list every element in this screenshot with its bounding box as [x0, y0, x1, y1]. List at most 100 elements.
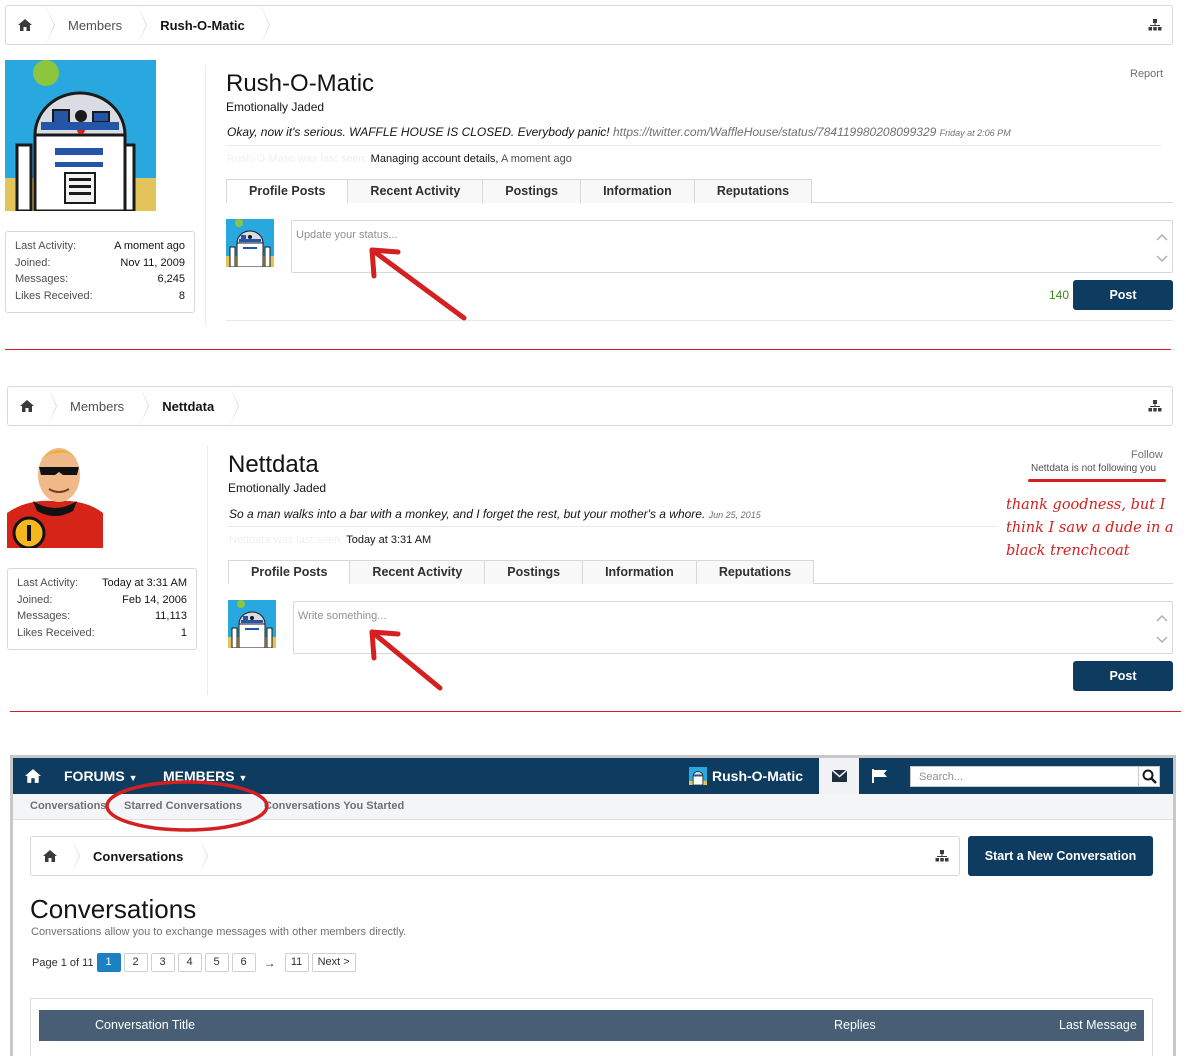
avatar-small[interactable]	[226, 219, 274, 267]
alerts-tab[interactable]	[860, 758, 900, 794]
subnav-conversations[interactable]: Conversations	[30, 800, 106, 812]
start-conversation-button[interactable]: Start a New Conversation	[968, 836, 1153, 876]
page-label: Page 1 of 11	[32, 956, 94, 969]
avatar[interactable]	[5, 60, 156, 211]
profile-tabs: Profile Posts Recent Activity Postings I…	[226, 179, 1173, 203]
inbox-tab[interactable]	[819, 758, 859, 794]
annotation-arrow	[369, 629, 443, 691]
breadcrumb-current[interactable]: Nettdata	[140, 387, 240, 425]
tab-recent-activity[interactable]: Recent Activity	[347, 179, 484, 203]
last-seen: Rush-O-Matic was last seen: Managing acc…	[227, 153, 572, 165]
status-text: So a man walks into a bar with a monkey,…	[229, 507, 706, 521]
stat-label: Last Activity:	[17, 577, 79, 589]
divider	[228, 526, 998, 527]
status-text: Okay, now it's serious. WAFFLE HOUSE IS …	[227, 125, 610, 139]
avatar-small[interactable]	[228, 600, 276, 648]
profile-tabs: Profile Posts Recent Activity Postings I…	[228, 560, 1173, 584]
next-page-link[interactable]: Next >	[311, 953, 356, 972]
scroll-arrows-icon[interactable]	[1156, 227, 1168, 265]
breadcrumb-home[interactable]	[8, 387, 57, 425]
stat-value: Nov 11, 2009	[120, 256, 185, 269]
stat-label: Messages:	[15, 273, 69, 286]
tab-information[interactable]: Information	[582, 560, 697, 584]
column-last-message[interactable]: Last Message	[1059, 1018, 1137, 1032]
post-button[interactable]: Post	[1073, 280, 1173, 310]
last-seen-time: A moment ago	[500, 153, 572, 165]
stat-value: 11,113	[154, 610, 187, 623]
breadcrumb-home[interactable]	[31, 837, 80, 875]
user-title: Emotionally Jaded	[228, 481, 327, 495]
tab-profile-posts[interactable]: Profile Posts	[226, 179, 349, 203]
breadcrumb-members[interactable]: Members	[46, 6, 148, 44]
stat-label: Likes Received:	[17, 626, 95, 639]
page-link[interactable]: 1	[96, 953, 121, 972]
page-link[interactable]: 5	[204, 953, 229, 972]
status-message: Okay, now it's serious. WAFFLE HOUSE IS …	[227, 125, 1011, 139]
subnav-conversations-started[interactable]: Conversations You Started	[264, 800, 404, 812]
report-link[interactable]: Report	[1130, 68, 1163, 80]
search-button[interactable]	[1138, 766, 1160, 787]
tab-reputations[interactable]: Reputations	[695, 560, 815, 584]
tab-postings[interactable]: Postings	[482, 179, 582, 203]
stat-label: Messages:	[17, 610, 71, 623]
page-link[interactable]: 2	[123, 953, 148, 972]
stats-panel: Last Activity: A moment ago Joined: Nov 11…	[5, 231, 195, 313]
table-header: Conversation Title Replies Last Message	[39, 1010, 1144, 1041]
last-seen-time: Today at 3:31 AM	[346, 534, 432, 546]
annotation-line: think I saw a dude in a	[1006, 520, 1174, 536]
tab-information[interactable]: Information	[580, 179, 695, 203]
stat-value: Today at 3:31 AM	[102, 577, 187, 589]
page-link[interactable]: 4	[177, 953, 202, 972]
status-link[interactable]: https://twitter.com/WaffleHouse/status/7…	[613, 125, 936, 139]
follow-link[interactable]: Follow	[1131, 449, 1163, 461]
user-title: Emotionally Jaded	[226, 100, 325, 114]
stat-value: 8	[178, 289, 185, 302]
status-message: So a man walks into a bar with a monkey,…	[229, 507, 761, 521]
nav-user[interactable]: Rush-O-Matic	[712, 758, 803, 794]
page-link[interactable]: 3	[150, 953, 175, 972]
breadcrumb-current[interactable]: Rush-O-Matic	[138, 6, 270, 44]
status-date[interactable]: Jun 25, 2015	[709, 510, 761, 520]
column-title[interactable]: Conversation Title	[95, 1018, 195, 1032]
annotation-arrow	[369, 247, 467, 321]
sitemap-icon[interactable]	[935, 849, 949, 863]
pagination: Page 1 of 11 1 2 3 4 5 6 → 11 Next >	[32, 953, 359, 972]
user-avatar[interactable]	[689, 767, 707, 786]
separator-line	[5, 349, 1171, 350]
follow-status: Nettdata is not following you	[1031, 463, 1157, 474]
tab-postings[interactable]: Postings	[484, 560, 584, 584]
avatar[interactable]	[7, 441, 103, 548]
search-input[interactable]: Search...	[910, 766, 1140, 787]
annotation-line: thank goodness, but I	[1006, 497, 1166, 513]
page-title: Conversations	[30, 894, 197, 924]
stat-label: Likes Received:	[15, 289, 93, 302]
page-jump-arrow[interactable]: →	[264, 956, 276, 970]
home-icon[interactable]	[25, 769, 41, 783]
post-button[interactable]: Post	[1073, 661, 1173, 691]
stat-value: A moment ago	[114, 240, 185, 252]
stat-value: 1	[180, 626, 187, 639]
breadcrumb-current[interactable]: Conversations	[71, 837, 209, 875]
tab-reputations[interactable]: Reputations	[693, 179, 813, 203]
sitemap-icon[interactable]	[1148, 399, 1162, 413]
breadcrumb: Members Rush-O-Matic	[5, 5, 1173, 45]
sitemap-icon[interactable]	[1148, 18, 1162, 32]
home-icon	[18, 19, 32, 31]
breadcrumb-home[interactable]	[6, 6, 55, 44]
column-divider	[205, 65, 206, 325]
search-icon	[1142, 769, 1157, 784]
tab-profile-posts[interactable]: Profile Posts	[228, 560, 351, 584]
last-seen-activity[interactable]: Managing account details,	[371, 153, 499, 165]
scroll-arrows-icon[interactable]	[1156, 608, 1168, 646]
column-replies[interactable]: Replies	[834, 1018, 876, 1032]
tab-recent-activity[interactable]: Recent Activity	[349, 560, 486, 584]
last-seen-prefix: Nettdata was last seen:	[229, 534, 344, 546]
flag-icon	[872, 769, 887, 783]
stat-label: Joined:	[17, 593, 53, 606]
breadcrumb-members[interactable]: Members	[48, 387, 150, 425]
page-link[interactable]: 6	[231, 953, 256, 972]
column-divider	[207, 445, 208, 695]
character-counter: 140	[1049, 288, 1070, 302]
page-link-last[interactable]: 11	[284, 953, 309, 972]
status-date[interactable]: Friday at 2:06 PM	[940, 128, 1011, 138]
